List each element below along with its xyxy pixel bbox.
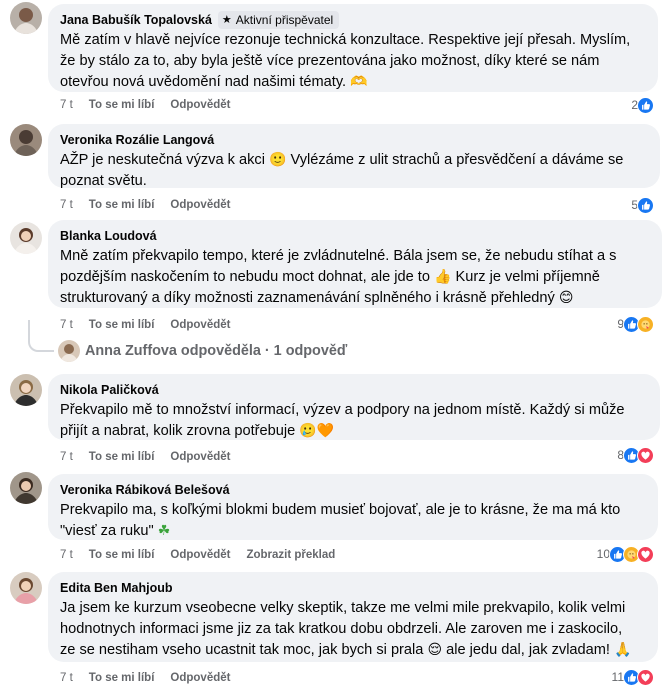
comment-actions: 7 t To se mi líbí Odpovědět	[60, 670, 246, 686]
comment-text: Ja jsem ke kurzum vseobecne velky skepti…	[60, 600, 632, 658]
tears-heart-emoji: 🥲🧡	[299, 423, 335, 439]
author-name[interactable]: Jana Babušík Topalovská	[60, 13, 212, 27]
like-icon	[637, 196, 654, 214]
star-icon: ★	[221, 14, 232, 26]
timestamp[interactable]: 7 t	[60, 549, 73, 561]
author-name[interactable]: Blanka Loudová	[60, 229, 157, 243]
comment-text: Prekvapilo ma, s koľkými blokmi budem mu…	[60, 502, 621, 539]
timestamp[interactable]: 7 t	[60, 672, 73, 684]
reply-button[interactable]: Odpovědět	[170, 199, 230, 211]
shamrock-emoji: ☘	[157, 523, 171, 539]
comment-bubble: Blanka Loudová Mně zatím překvapilo temp…	[48, 220, 662, 308]
smile-emoji: 🙂	[269, 152, 287, 168]
comment-text: Mně zatím překvapilo tempo, které je zvl…	[60, 248, 617, 306]
reactions-summary[interactable]: 11	[612, 668, 654, 686]
comment-text: Překvapilo mě to množství informací, výz…	[60, 402, 625, 439]
reactions-summary[interactable]: 5	[631, 196, 654, 214]
thumbs-up-emoji: 👍	[434, 269, 452, 285]
avatar[interactable]	[10, 572, 42, 604]
care-icon	[637, 315, 654, 333]
avatar[interactable]	[10, 124, 42, 156]
reactions-summary[interactable]: 8	[617, 446, 654, 464]
like-icon	[637, 96, 654, 114]
comment-text: AŽP je neskutečná výzva k akci 🙂 Vylézám…	[60, 152, 624, 189]
reply-button[interactable]: Odpovědět	[170, 99, 230, 111]
comment-actions: 7 t To se mi líbí Odpovědět	[60, 197, 246, 213]
author-name[interactable]: Veronika Rozálie Langová	[60, 133, 214, 147]
view-replies-link[interactable]: Anna Zuffova odpověděla · 1 odpověď	[28, 320, 428, 366]
love-icon	[637, 446, 654, 464]
like-button[interactable]: To se mi líbí	[89, 672, 155, 684]
timestamp[interactable]: 7 t	[60, 199, 73, 211]
author-name[interactable]: Nikola Paličková	[60, 383, 159, 397]
folded-hands-emoji: 🙏	[614, 642, 632, 658]
replies-text[interactable]: Anna Zuffova odpověděla · 1 odpověď	[85, 343, 347, 359]
comment-bubble: Veronika Rábiková Belešová Prekvapilo ma…	[48, 474, 658, 540]
timestamp[interactable]: 7 t	[60, 99, 73, 111]
love-icon	[637, 545, 654, 563]
comment-bubble: Veronika Rozálie Langová AŽP je neskuteč…	[48, 124, 660, 189]
reply-avatar	[58, 340, 80, 362]
like-button[interactable]: To se mi líbí	[89, 199, 155, 211]
blush-emoji: 😊	[558, 290, 574, 306]
comment-text: Mě zatím v hlavě nejvíce rezonuje techni…	[60, 32, 631, 90]
like-button[interactable]: To se mi líbí	[89, 319, 155, 331]
heart-hands-emoji: 🫶	[350, 74, 368, 90]
reactions-summary[interactable]: 2	[631, 96, 654, 114]
reactions-summary[interactable]: 9	[617, 315, 654, 333]
comment-bubble: Jana Babušík Topalovská ★ Aktivní přispěv…	[48, 4, 658, 92]
comment-actions: 7 t To se mi líbí Odpovědět	[60, 449, 246, 465]
like-button[interactable]: To se mi líbí	[89, 99, 155, 111]
author-name[interactable]: Veronika Rábiková Belešová	[60, 483, 230, 497]
relieved-emoji: 😌	[427, 642, 443, 658]
author-name[interactable]: Edita Ben Mahjoub	[60, 581, 173, 595]
like-button[interactable]: To se mi líbí	[89, 451, 155, 463]
reply-button[interactable]: Odpovědět	[170, 319, 230, 331]
timestamp[interactable]: 7 t	[60, 451, 73, 463]
comment-actions: 7 t To se mi líbí Odpovědět	[60, 97, 246, 113]
love-icon	[637, 668, 654, 686]
reply-button[interactable]: Odpovědět	[170, 549, 230, 561]
reply-button[interactable]: Odpovědět	[170, 672, 230, 684]
reaction-count: 10	[596, 547, 610, 561]
badge-label: Aktivní přispěvatel	[235, 12, 334, 27]
avatar[interactable]	[10, 374, 42, 406]
comment-bubble: Nikola Paličková Překvapilo mě to množst…	[48, 374, 660, 440]
avatar[interactable]	[10, 222, 42, 254]
comment-bubble: Edita Ben Mahjoub Ja jsem ke kurzum vseo…	[48, 572, 658, 662]
comment-actions: 7 t To se mi líbí Odpovědět	[60, 317, 246, 333]
avatar[interactable]	[10, 472, 42, 504]
reply-button[interactable]: Odpovědět	[170, 451, 230, 463]
comment-actions: 7 t To se mi líbí Odpovědět Zobrazit pře…	[60, 547, 351, 563]
contributor-badge[interactable]: ★ Aktivní přispěvatel	[217, 10, 340, 29]
reactions-summary[interactable]: 10	[597, 545, 654, 563]
thread-line	[28, 320, 54, 352]
avatar[interactable]	[10, 2, 42, 34]
like-button[interactable]: To se mi líbí	[89, 549, 155, 561]
timestamp[interactable]: 7 t	[60, 319, 73, 331]
translate-button[interactable]: Zobrazit překlad	[246, 549, 335, 561]
